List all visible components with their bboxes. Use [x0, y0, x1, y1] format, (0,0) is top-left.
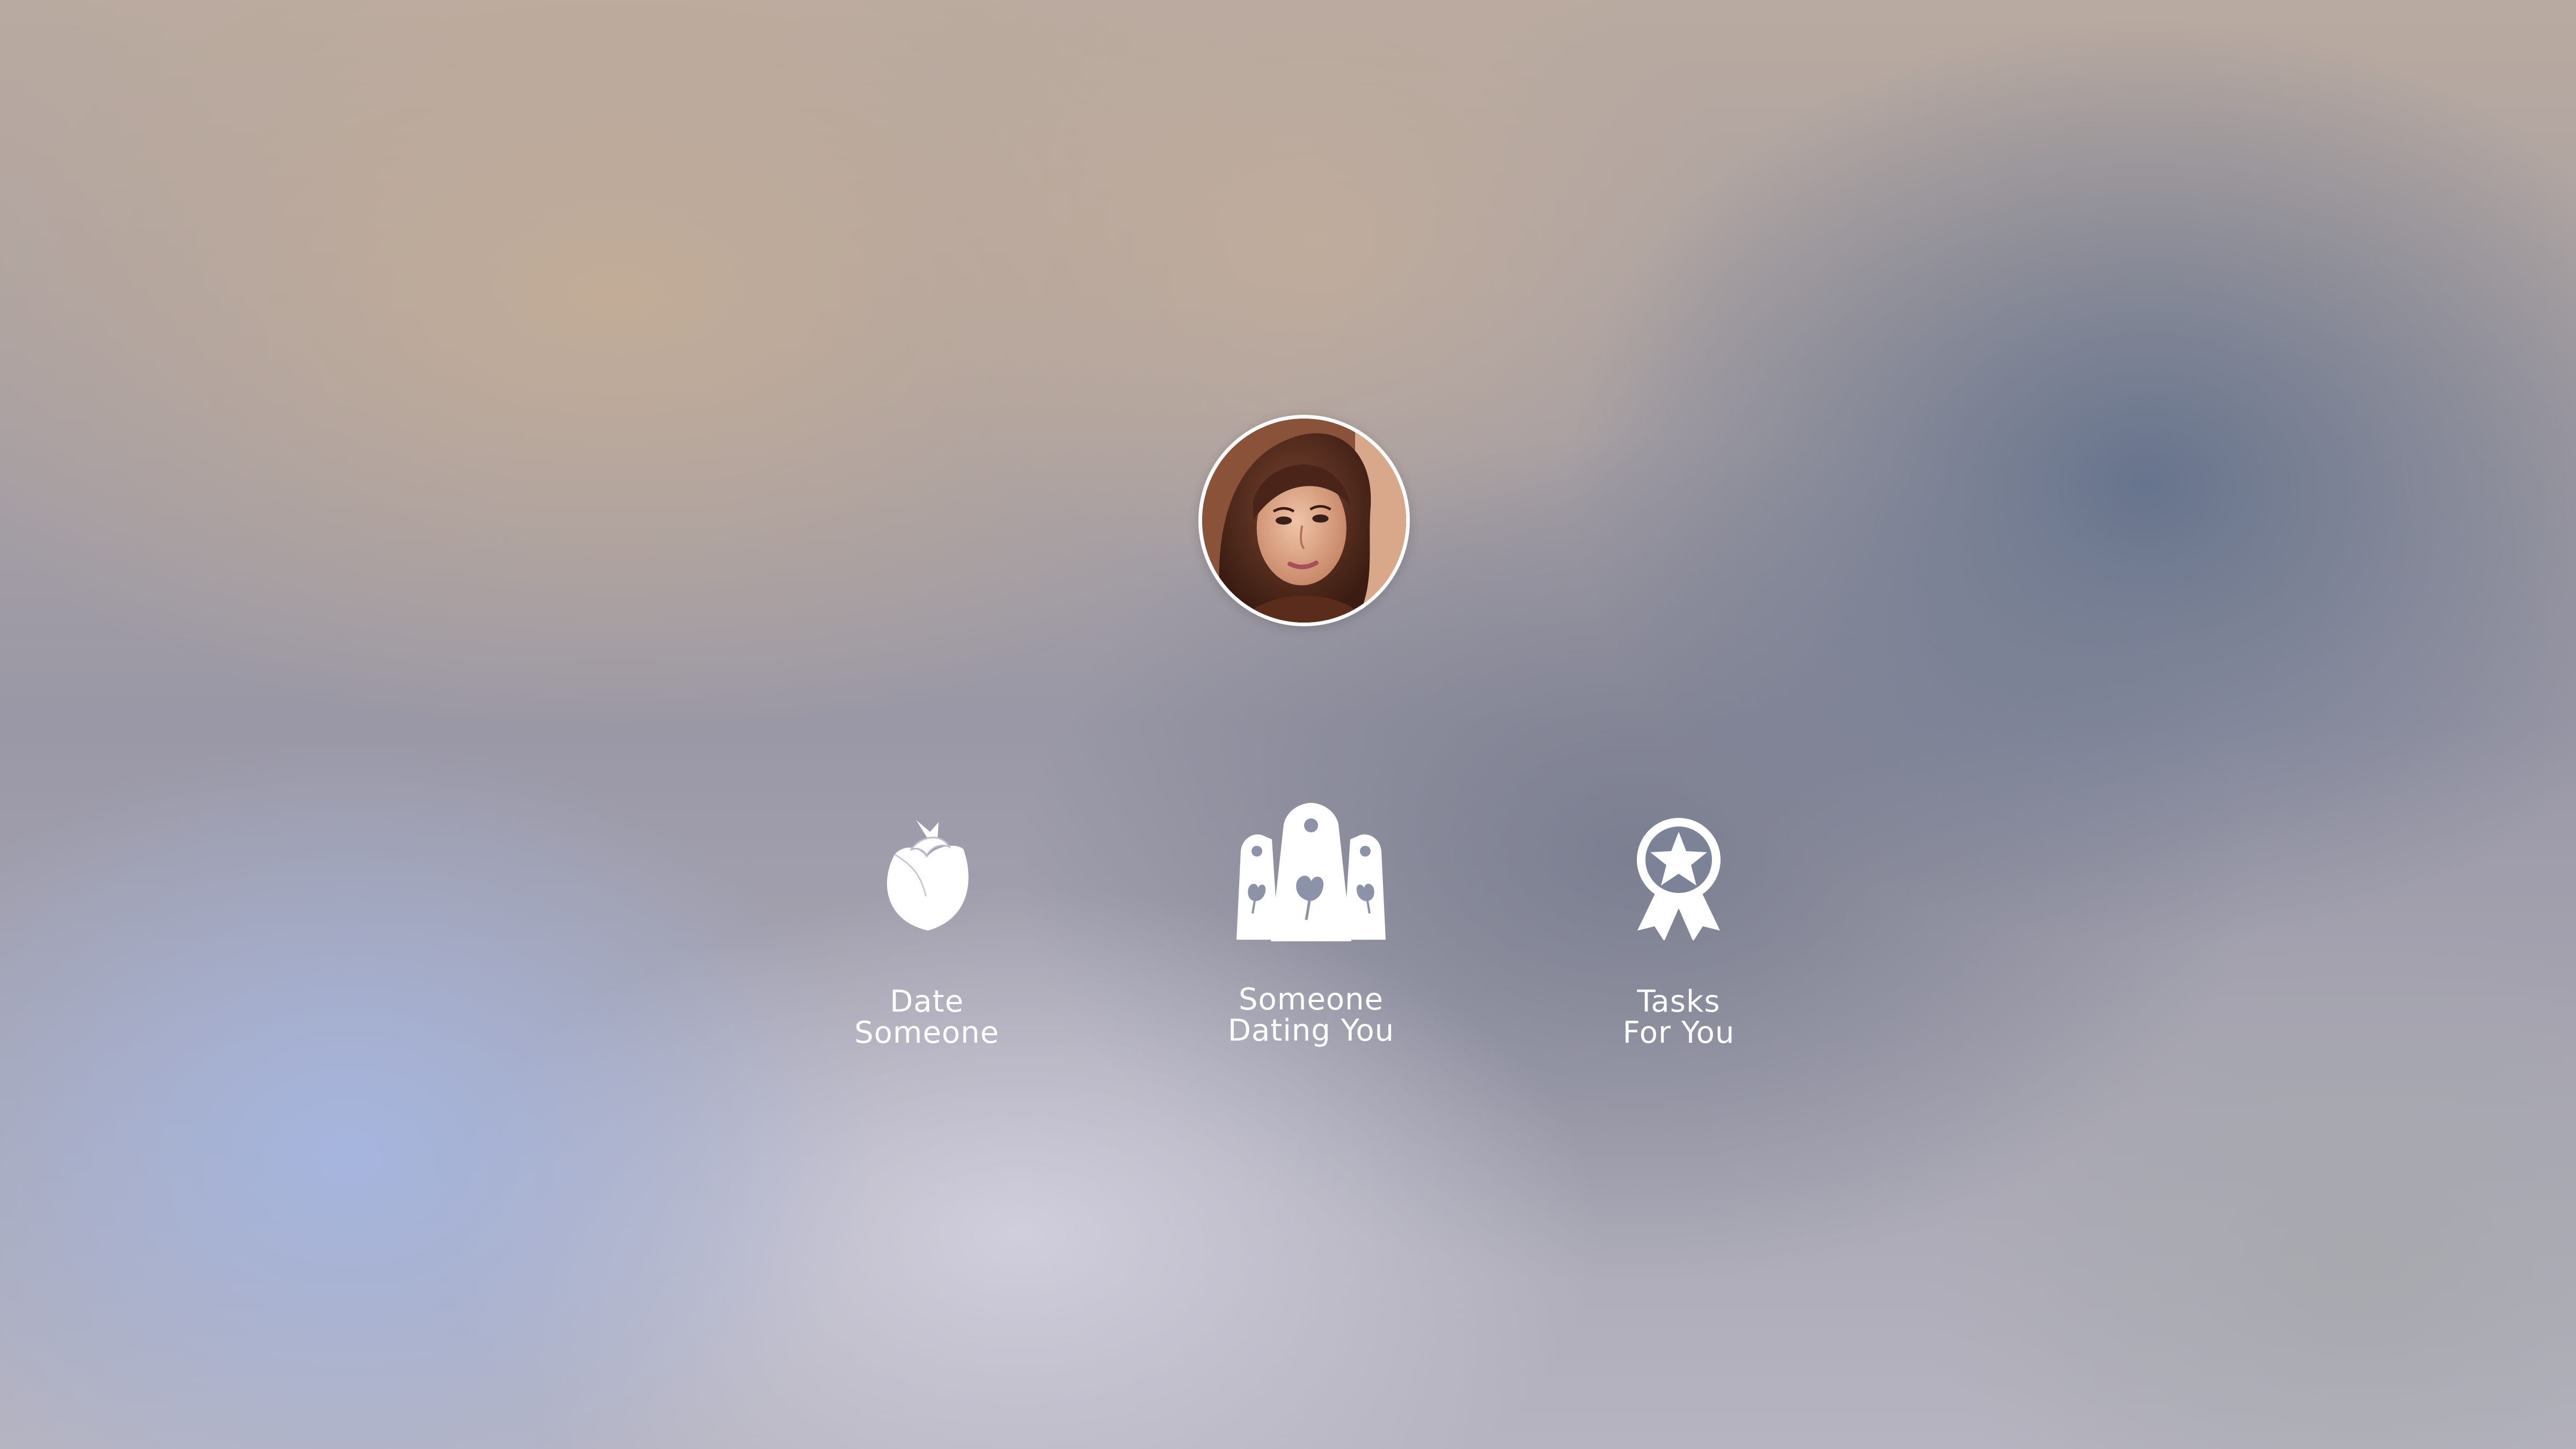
rose-icon — [879, 816, 975, 936]
tasks-for-you-label: Tasks For You — [1622, 984, 1735, 1050]
date-someone-label: Date Someone — [854, 984, 1000, 1050]
tasks-for-you-button[interactable]: Tasks For You — [1539, 805, 1818, 1063]
blurred-background — [0, 0, 2576, 1449]
someone-dating-you-button[interactable]: Someone Dating You — [1172, 800, 1451, 1063]
avatar-photo — [1202, 419, 1406, 623]
rose-tags-icon — [1233, 803, 1389, 945]
someone-dating-you-label: Someone Dating You — [1227, 982, 1395, 1048]
date-someone-button[interactable]: Date Someone — [787, 805, 1066, 1063]
award-ribbon-icon — [1633, 817, 1724, 942]
avatar[interactable] — [1198, 415, 1410, 626]
